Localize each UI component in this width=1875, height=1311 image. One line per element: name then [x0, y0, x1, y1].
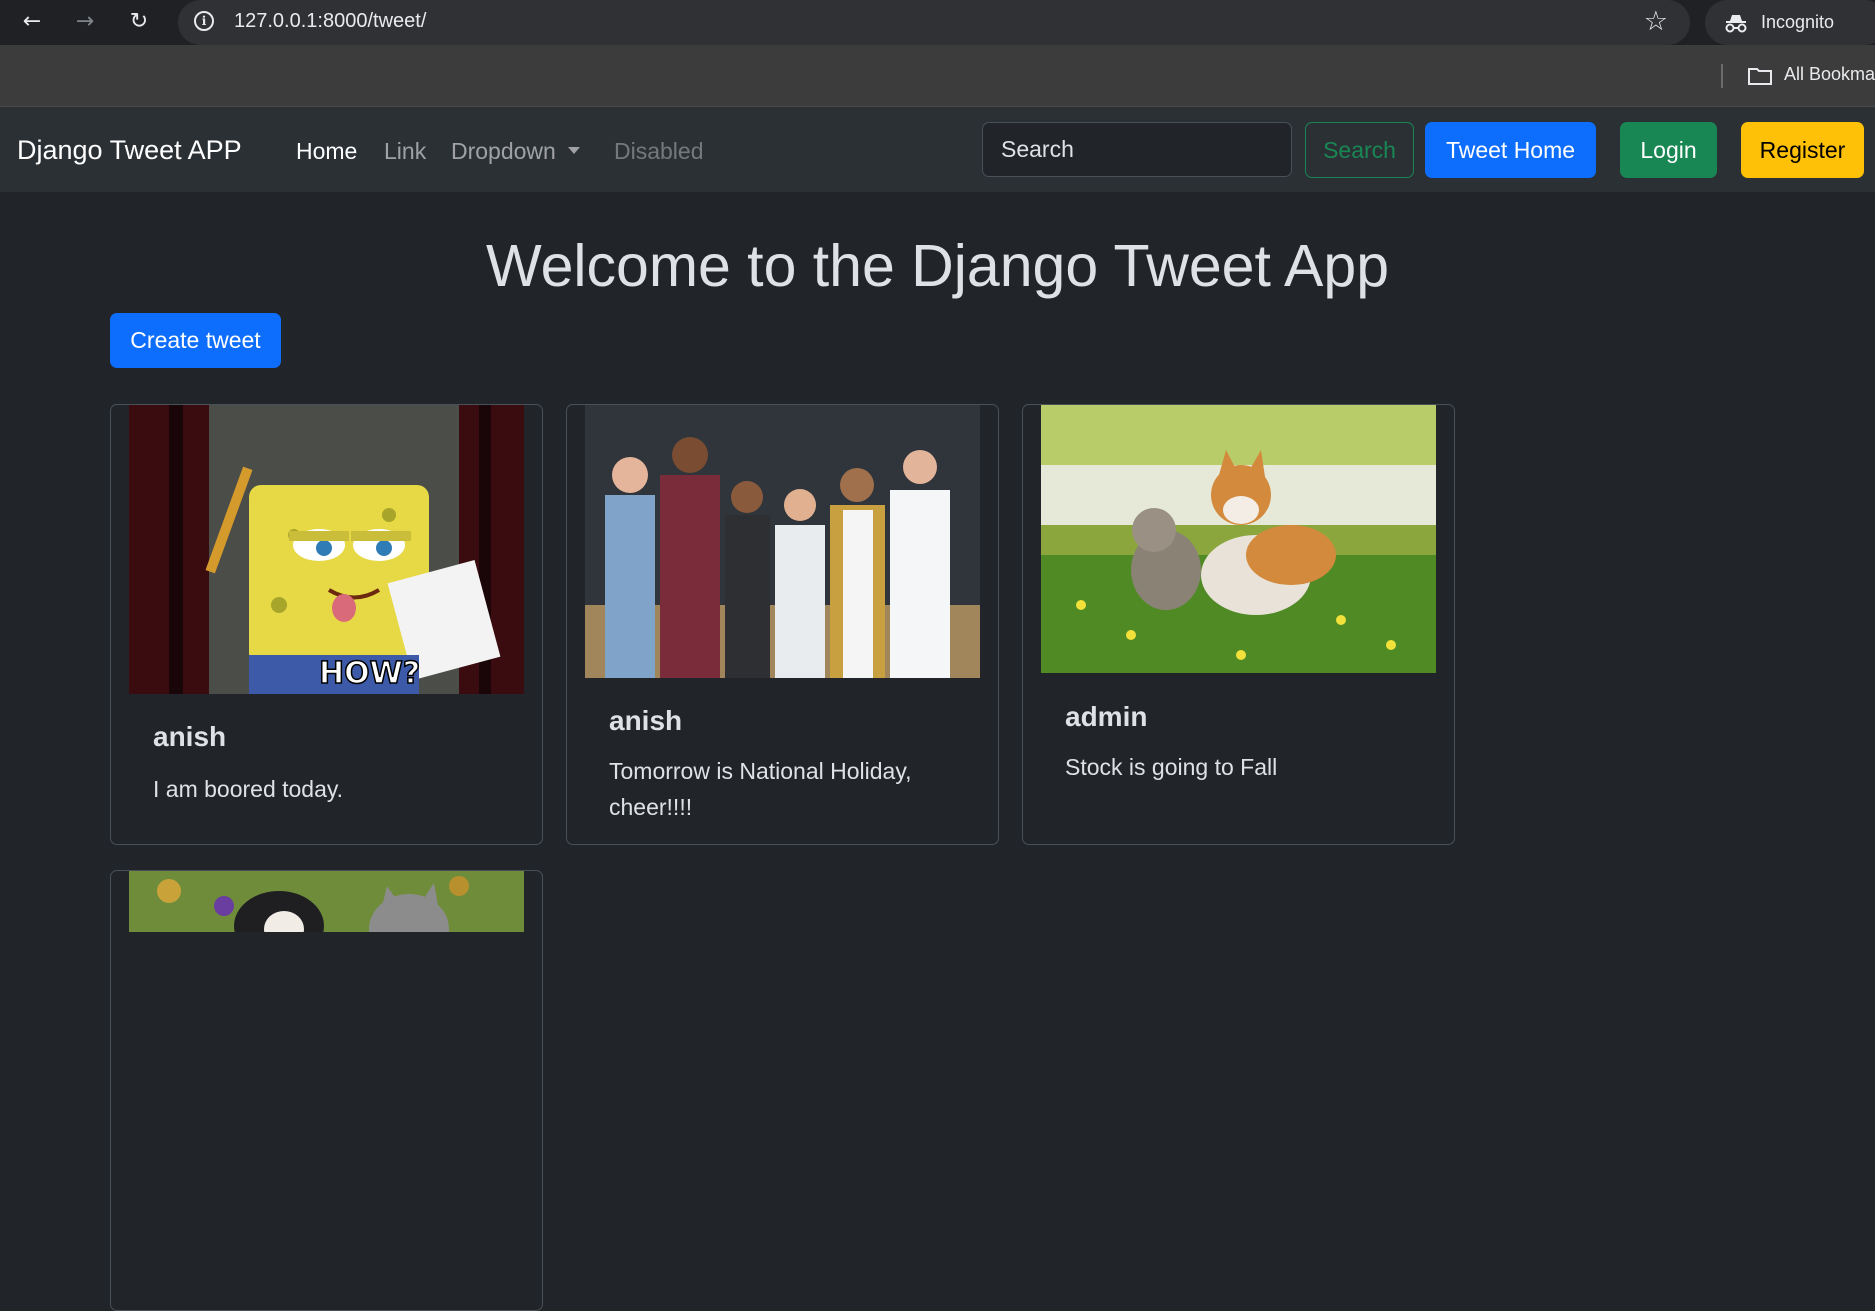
- site-info-icon[interactable]: i: [194, 11, 214, 31]
- tweet-username: admin: [1065, 701, 1148, 732]
- tweet-username: anish: [609, 705, 683, 736]
- tweet-card: [110, 870, 543, 1311]
- url-text[interactable]: 127.0.0.1:8000/tweet/: [234, 10, 426, 33]
- tweet-card: admin Stock is going to Fall: [1022, 404, 1455, 845]
- forward-arrow-icon[interactable]: →: [70, 7, 100, 37]
- svg-text:HOW?: HOW?: [319, 656, 420, 691]
- tweet-username: anish: [153, 721, 227, 752]
- navbar-brand[interactable]: Django Tweet APP: [17, 135, 242, 166]
- app-navbar: Django Tweet APP Home Link Dropdown Disa…: [0, 107, 1875, 192]
- tweet-image-puppy-kitten: [129, 871, 524, 932]
- register-button[interactable]: Register: [1741, 122, 1864, 178]
- bookmark-star-icon[interactable]: ☆: [1644, 6, 1668, 37]
- tweet-text: Tomorrow is National Holiday, cheer!!!!: [609, 758, 912, 820]
- nav-dropdown[interactable]: Dropdown: [451, 138, 580, 165]
- nav-disabled: Disabled: [614, 138, 704, 164]
- search-input[interactable]: [982, 122, 1292, 177]
- login-button[interactable]: Login: [1620, 122, 1717, 178]
- incognito-badge[interactable]: Incognito: [1705, 0, 1875, 45]
- tweet-text: Stock is going to Fall: [1065, 754, 1278, 780]
- bookmarks-bar: All Bookma: [0, 45, 1875, 107]
- nav-link[interactable]: Link: [384, 138, 426, 165]
- browser-toolbar: ← → ↻ i 127.0.0.1:8000/tweet/ ☆ Incognit…: [0, 0, 1875, 45]
- bookmarks-separator: [1721, 64, 1723, 88]
- all-bookmarks-link[interactable]: All Bookma: [1784, 64, 1875, 85]
- back-arrow-icon[interactable]: ←: [17, 7, 47, 37]
- tweet-card: anish Tomorrow is National Holiday, chee…: [566, 404, 999, 845]
- reload-icon[interactable]: ↻: [124, 7, 154, 37]
- address-bar[interactable]: i 127.0.0.1:8000/tweet/ ☆: [178, 0, 1690, 45]
- tweet-image-group: [585, 405, 980, 678]
- tweet-home-button[interactable]: Tweet Home: [1425, 122, 1596, 178]
- tweet-image-spongebob: HOW?: [129, 405, 524, 694]
- incognito-icon: [1725, 14, 1747, 32]
- create-tweet-button[interactable]: Create tweet: [110, 313, 281, 368]
- nav-dropdown-label: Dropdown: [451, 138, 556, 164]
- incognito-label: Incognito: [1761, 12, 1835, 32]
- nav-home[interactable]: Home: [296, 138, 357, 165]
- search-button[interactable]: Search: [1305, 122, 1414, 178]
- tweet-image-cat-corgi: [1041, 405, 1436, 673]
- tweet-text: I am boored today.: [153, 776, 344, 802]
- caret-down-icon: [567, 147, 580, 154]
- tweet-card: HOW? anish I am boored today.: [110, 404, 543, 845]
- page-title: Welcome to the Django Tweet App: [485, 233, 1390, 299]
- folder-icon[interactable]: [1748, 67, 1772, 85]
